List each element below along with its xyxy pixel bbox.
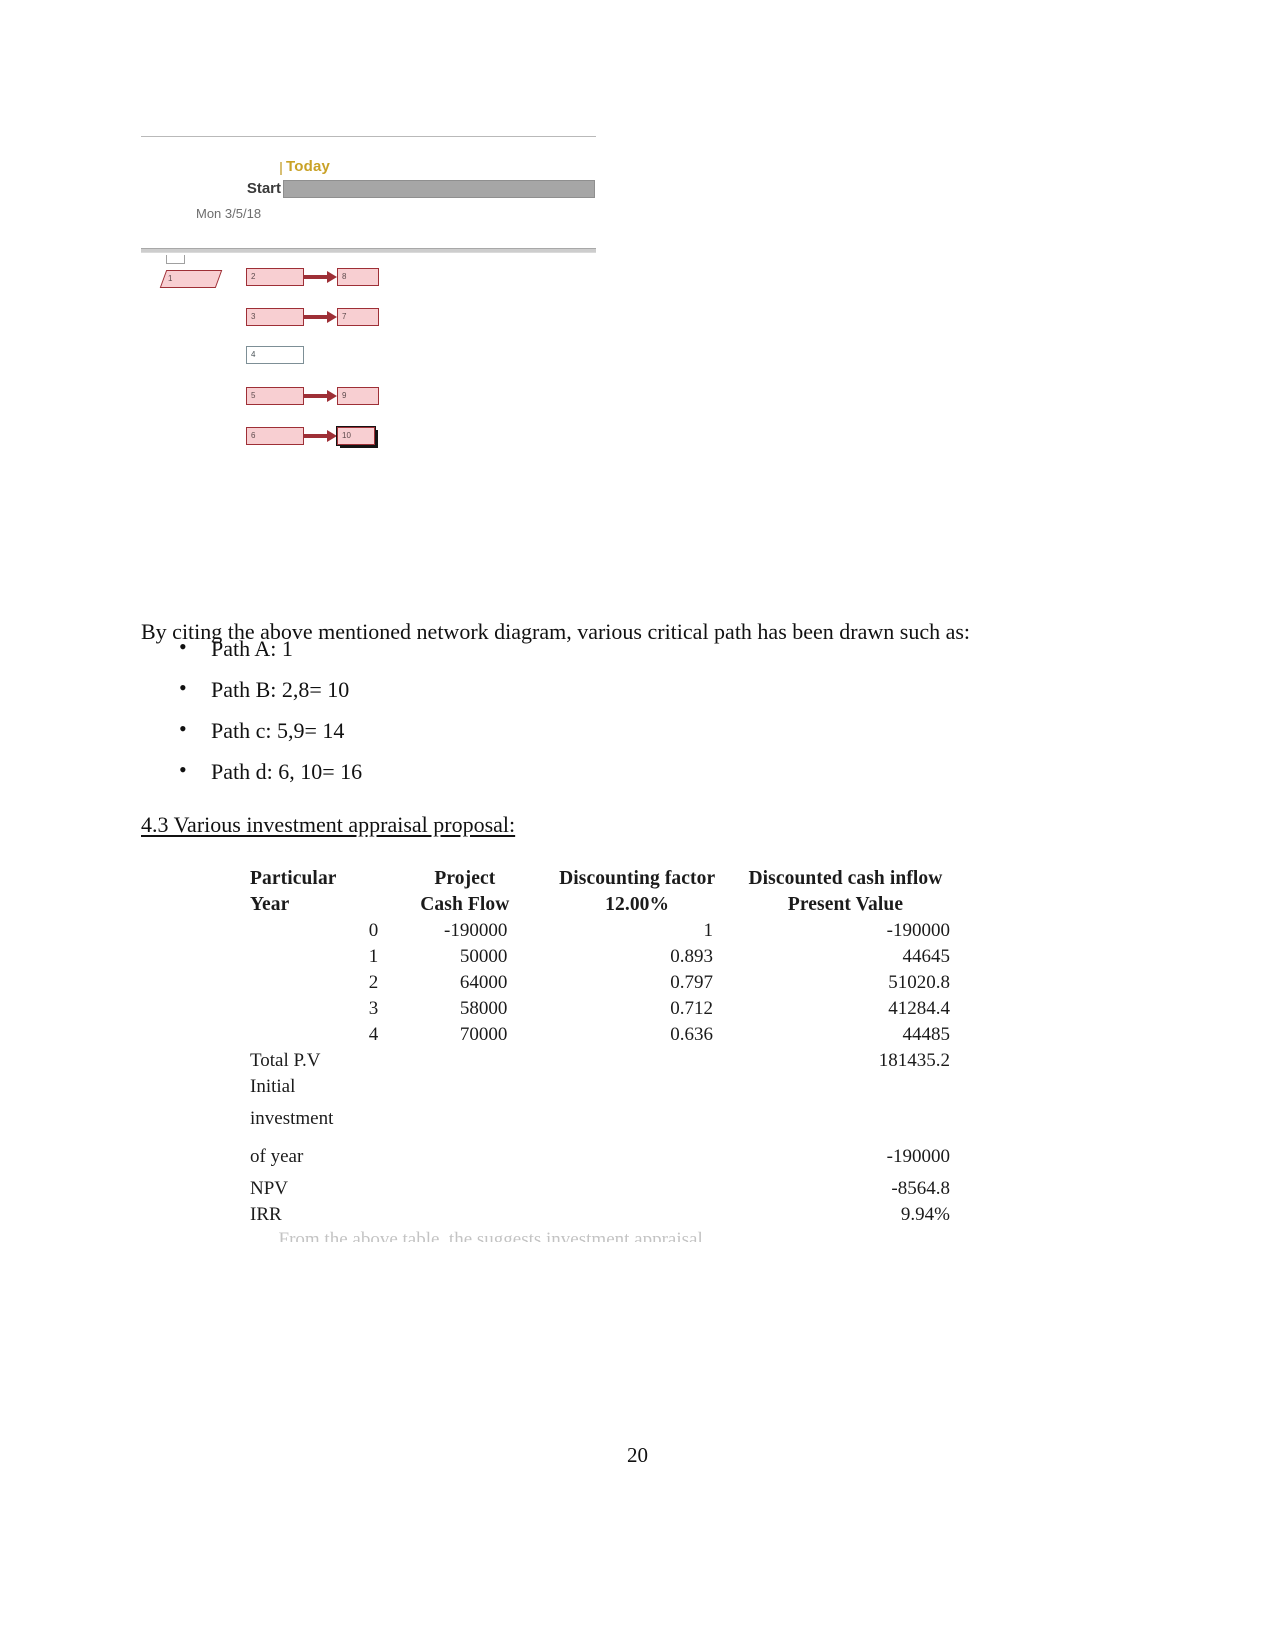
table-row: 4 70000 0.636 44485 [250,1022,950,1048]
list-item: Path d: 6, 10= 16 [141,759,362,783]
header-present-value: Present Value [787,894,904,915]
gantt-top-rule [141,136,596,137]
table-header-row-2: Year Cash Flow 12.00% Present Value [250,892,950,918]
table-header: Particular Project Discounting factor Di… [250,866,950,918]
cell-cash-flow: -190000 [444,920,508,941]
summary-label: investment [250,1108,334,1129]
summary-value: -190000 [886,1146,950,1167]
cell-present-value: 41284.4 [888,998,950,1019]
gantt-today-label: Today [286,158,331,175]
header-particular: Particular [250,868,337,889]
network-node-6-label: 6 [251,431,256,440]
network-node-3: 3 [246,308,304,326]
table-row: 1 50000 0.893 44645 [250,944,950,970]
list-item: Path B: 2,8= 10 [141,677,362,701]
network-node-10: 10 [337,427,375,445]
investment-appraisal-table: Particular Project Discounting factor Di… [250,866,950,1228]
cell-cash-flow: 70000 [459,1024,508,1045]
network-node-7: 7 [337,308,379,326]
summary-row-investment: investment [250,1100,950,1138]
summary-label: NPV [250,1178,289,1199]
cell-cash-flow: 58000 [459,998,508,1019]
cell-present-value: 44645 [902,946,951,967]
summary-row-of-year: of year -190000 [250,1138,950,1176]
network-node-8-label: 8 [342,272,347,281]
today-marker-icon [280,162,282,175]
network-node-5-label: 5 [251,391,256,400]
table-row: 2 64000 0.797 51020.8 [250,970,950,996]
summary-row-irr: IRR 9.94% [250,1202,950,1228]
table-row: 3 58000 0.712 41284.4 [250,996,950,1022]
header-cash-flow: Cash Flow [420,894,510,915]
section-heading-4-3: 4.3 Various investment appraisal proposa… [141,812,516,837]
summary-label: Initial [250,1076,296,1097]
summary-label: IRR [250,1204,282,1225]
table-row: 0 -190000 1 -190000 [250,918,950,944]
network-node-7-label: 7 [342,312,347,321]
list-item: Path c: 5,9= 14 [141,718,362,742]
summary-label: Total P.V [250,1050,321,1071]
cell-year: 1 [368,946,379,967]
cell-discount-factor: 1 [703,920,713,941]
network-node-4-label: 4 [251,350,256,359]
summary-value: 181435.2 [878,1050,950,1071]
cell-present-value: 44485 [902,1024,951,1045]
network-top-rule [141,248,596,253]
table-body: 0 -190000 1 -190000 1 50000 0.893 44645 … [250,918,950,1228]
cell-present-value: 51020.8 [888,972,950,993]
page-number: 20 [627,1443,648,1467]
network-node-1-label: 1 [168,274,173,283]
network-link-6-10-arrow-icon [304,430,337,442]
header-project: Project [434,868,496,889]
summary-value: 9.94% [900,1204,950,1225]
cell-year: 3 [368,998,379,1019]
network-link-5-9-arrow-icon [304,390,337,402]
summary-row-initial: Initial [250,1074,950,1100]
network-tab-icon [166,255,185,264]
header-discounted-cash-inflow: Discounted cash inflow [748,868,943,889]
cell-year: 4 [368,1024,379,1045]
document-page: Today Start Mon 3/5/18 1 2 8 3 7 4 5 9 6… [0,0,1275,1651]
summary-value [741,1100,950,1138]
network-node-9-label: 9 [342,391,347,400]
header-discounting-factor: Discounting factor [559,868,716,889]
summary-value [741,1074,950,1100]
table-header-row-1: Particular Project Discounting factor Di… [250,866,950,892]
summary-row-npv: NPV -8564.8 [250,1176,950,1202]
network-node-4: 4 [246,346,304,364]
network-node-9: 9 [337,387,379,405]
network-node-2: 2 [246,268,304,286]
gantt-start-date: Mon 3/5/18 [196,206,262,221]
cell-year: 2 [368,972,379,993]
network-node-5: 5 [246,387,304,405]
network-node-2-label: 2 [251,272,256,281]
network-node-8: 8 [337,268,379,286]
network-node-6: 6 [246,427,304,445]
gantt-start-label: Start [246,180,281,197]
cell-discount-factor: 0.797 [670,972,713,993]
network-node-1: 1 [159,270,223,288]
cell-discount-factor: 0.636 [670,1024,713,1045]
network-link-2-8-arrow-icon [304,271,337,283]
summary-label: of year [250,1146,304,1167]
header-year: Year [250,894,290,915]
cell-discount-factor: 0.893 [670,946,713,967]
cell-present-value: -190000 [886,920,950,941]
clipped-text-sliver: From the above table, the suggests inves… [250,1229,703,1242]
summary-value: -8564.8 [891,1178,950,1199]
network-node-10-label: 10 [342,431,351,440]
cell-year: 0 [368,920,379,941]
cell-cash-flow: 50000 [459,946,508,967]
cell-cash-flow: 64000 [459,972,508,993]
list-item: Path A: 1 [141,636,362,660]
network-node-3-label: 3 [251,312,256,321]
network-diagram-image: 1 2 8 3 7 4 5 9 6 10 [141,248,611,460]
gantt-chart-image: Today Start Mon 3/5/18 [141,136,596,261]
header-rate: 12.00% [605,894,670,915]
critical-path-list: Path A: 1 Path B: 2,8= 10 Path c: 5,9= 1… [141,636,362,802]
cell-discount-factor: 0.712 [670,998,713,1019]
summary-row-total-pv: Total P.V 181435.2 [250,1048,950,1074]
gantt-summary-bar [283,180,595,198]
network-link-3-7-arrow-icon [304,311,337,323]
